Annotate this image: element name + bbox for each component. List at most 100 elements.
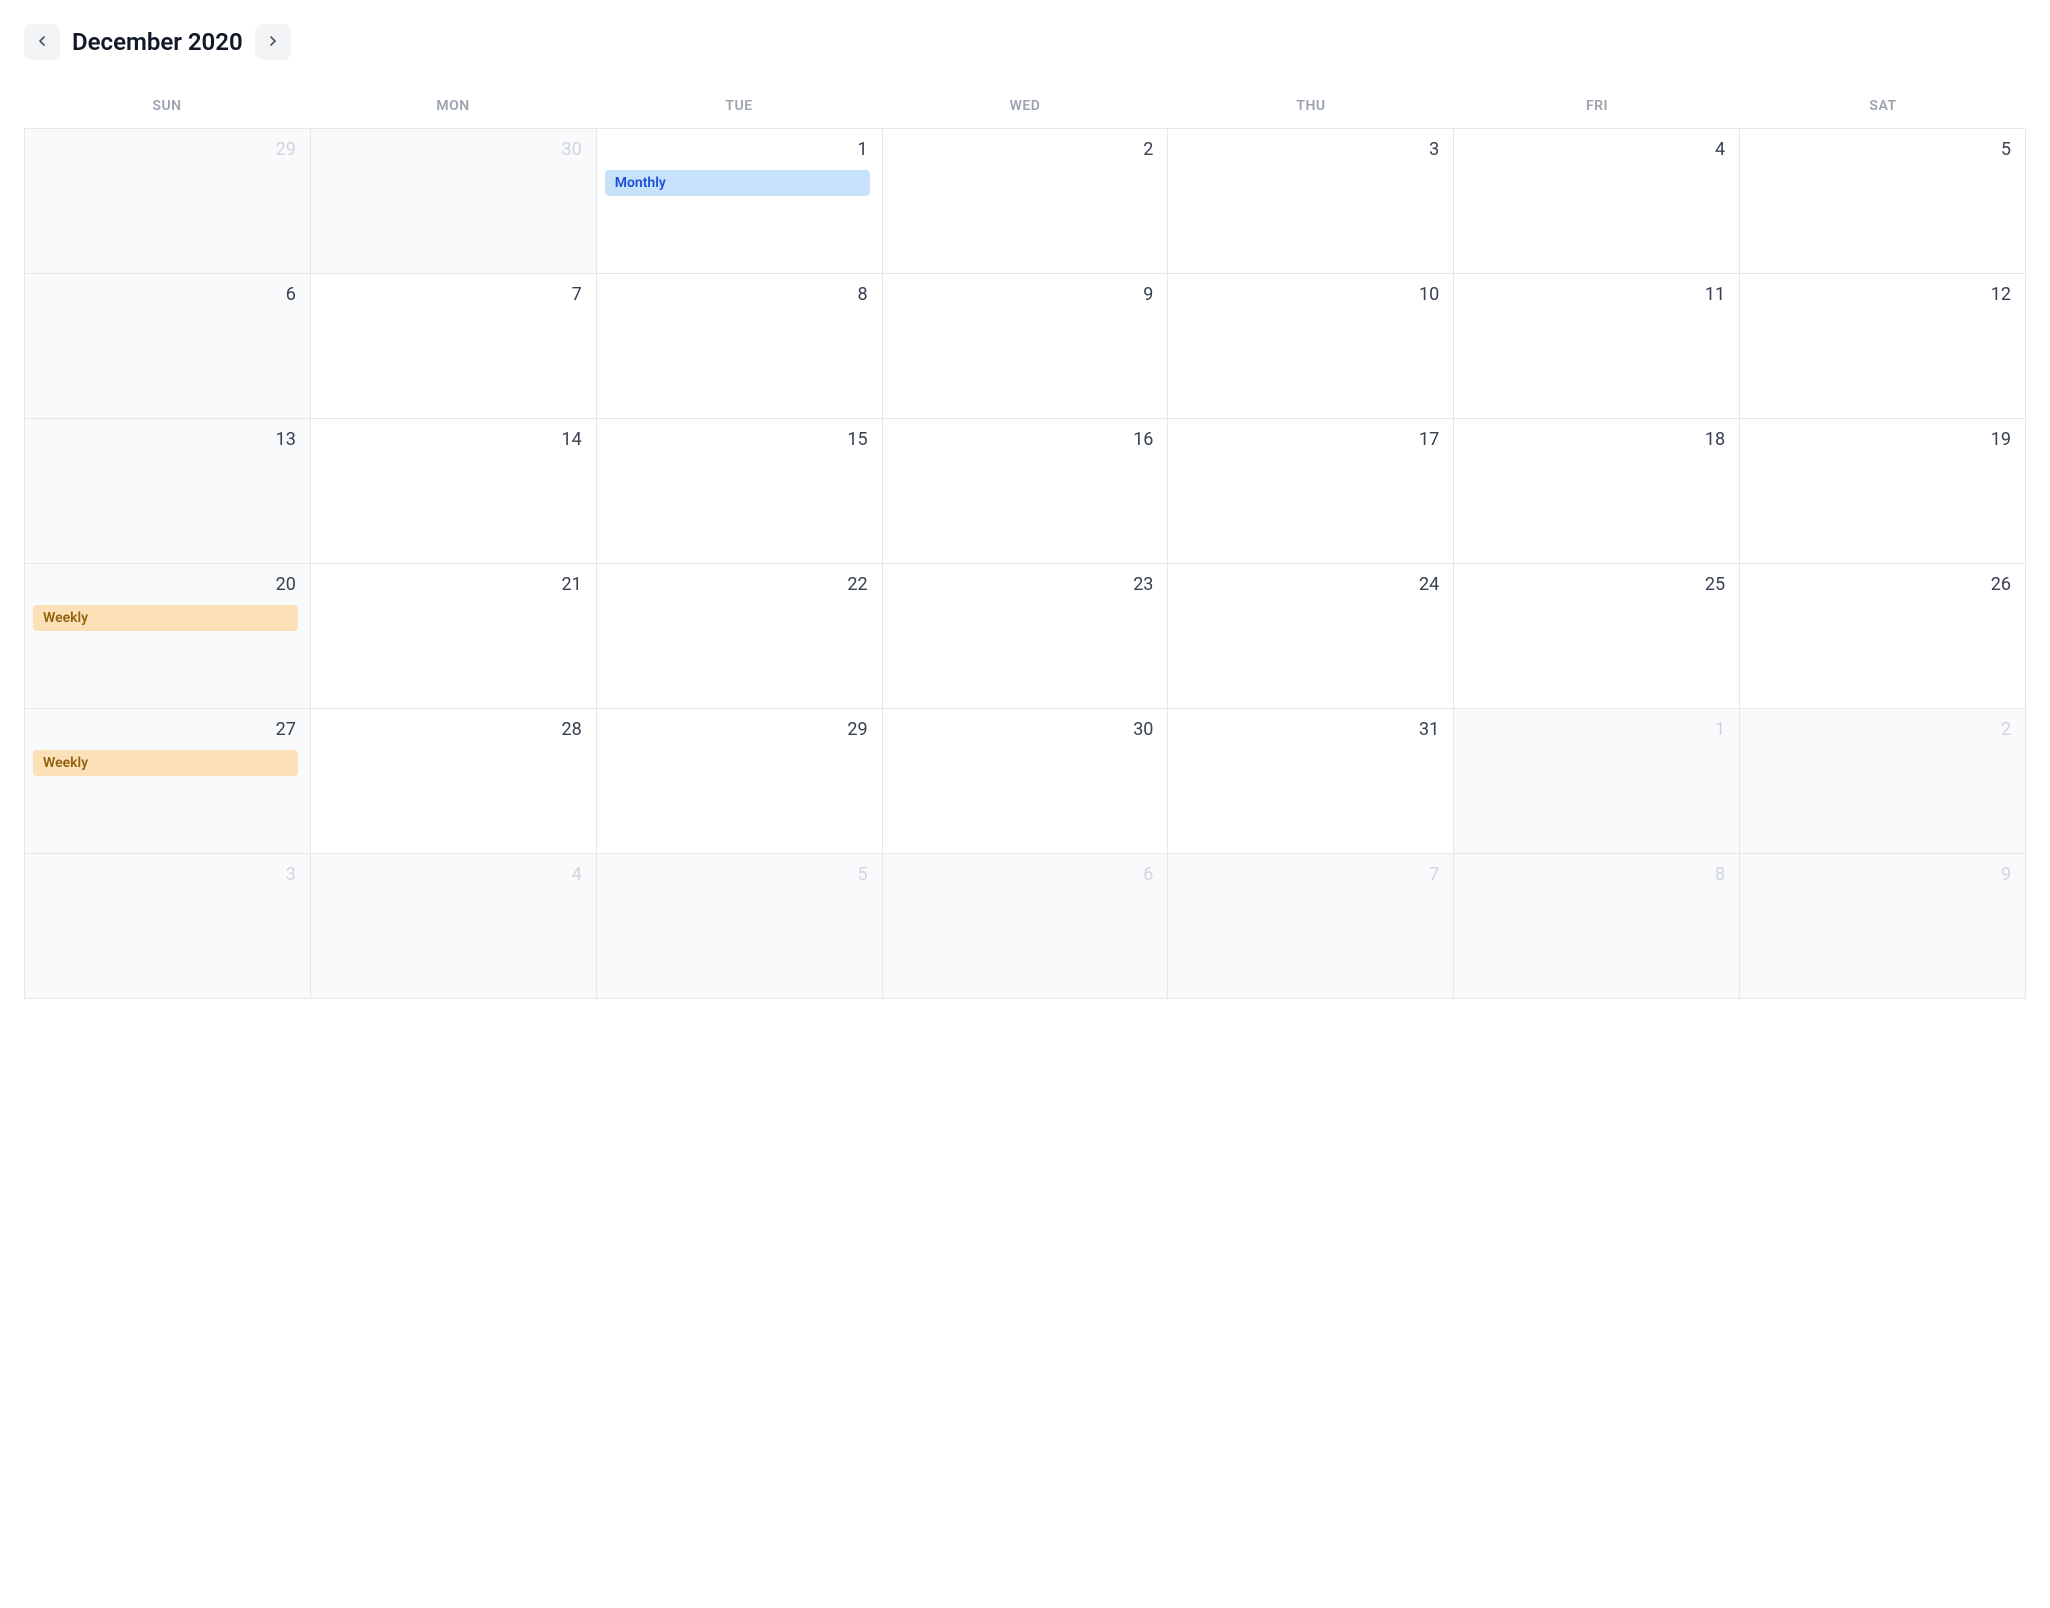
day-number: 10: [1176, 284, 1441, 305]
day-number: 28: [319, 719, 584, 740]
day-number: 26: [1748, 574, 2013, 595]
calendar-cell[interactable]: 28: [311, 709, 597, 854]
day-number: 29: [605, 719, 870, 740]
weekday-label: WED: [882, 88, 1168, 128]
day-number: 17: [1176, 429, 1441, 450]
calendar-cell[interactable]: 15: [597, 419, 883, 564]
calendar-cell[interactable]: 30: [883, 709, 1169, 854]
calendar-cell[interactable]: 30: [311, 129, 597, 274]
calendar-cell[interactable]: 14: [311, 419, 597, 564]
day-number: 14: [319, 429, 584, 450]
calendar-header: December 2020: [24, 24, 2026, 60]
day-number: 1: [1462, 719, 1727, 740]
day-number: 30: [891, 719, 1156, 740]
calendar-cell[interactable]: 2: [883, 129, 1169, 274]
month-year-title: December 2020: [72, 28, 243, 56]
day-number: 20: [33, 574, 298, 595]
day-number: 23: [891, 574, 1156, 595]
weekday-label: FRI: [1454, 88, 1740, 128]
calendar-cell[interactable]: 24: [1168, 564, 1454, 709]
calendar-cell[interactable]: 4: [1454, 129, 1740, 274]
day-number: 1: [605, 139, 870, 160]
weekday-label: THU: [1168, 88, 1454, 128]
calendar-grid: 29301Monthly2345678910111213141516171819…: [24, 128, 2026, 999]
day-number: 7: [319, 284, 584, 305]
day-number: 12: [1748, 284, 2013, 305]
prev-month-button[interactable]: [24, 24, 60, 60]
calendar-cell[interactable]: 12: [1740, 274, 2026, 419]
day-number: 27: [33, 719, 298, 740]
calendar-cell[interactable]: 2: [1740, 709, 2026, 854]
calendar-cell[interactable]: 1 Monthly: [597, 129, 883, 274]
calendar-cell[interactable]: 3: [25, 854, 311, 999]
day-number: 3: [33, 864, 298, 885]
day-number: 11: [1462, 284, 1727, 305]
calendar-cell[interactable]: 21: [311, 564, 597, 709]
calendar-cell[interactable]: 29: [25, 129, 311, 274]
calendar-cell[interactable]: 8: [1454, 854, 1740, 999]
day-number: 16: [891, 429, 1156, 450]
calendar-cell[interactable]: 8: [597, 274, 883, 419]
calendar-cell[interactable]: 23: [883, 564, 1169, 709]
day-number: 24: [1176, 574, 1441, 595]
calendar-cell[interactable]: 26: [1740, 564, 2026, 709]
calendar-cell[interactable]: 5: [597, 854, 883, 999]
day-number: 31: [1176, 719, 1441, 740]
day-number: 30: [319, 139, 584, 160]
day-number: 6: [891, 864, 1156, 885]
calendar-cell[interactable]: 17: [1168, 419, 1454, 564]
calendar-event[interactable]: Weekly: [33, 750, 298, 776]
calendar-cell[interactable]: 25: [1454, 564, 1740, 709]
calendar-cell[interactable]: 22: [597, 564, 883, 709]
calendar-cell[interactable]: 9: [883, 274, 1169, 419]
calendar-event[interactable]: Weekly: [33, 605, 298, 631]
next-month-button[interactable]: [255, 24, 291, 60]
calendar-event[interactable]: Monthly: [605, 170, 870, 196]
day-number: 9: [1748, 864, 2013, 885]
chevron-right-icon: [265, 33, 281, 52]
day-number: 29: [33, 139, 298, 160]
day-number: 15: [605, 429, 870, 450]
day-number: 22: [605, 574, 870, 595]
calendar-cell[interactable]: 10: [1168, 274, 1454, 419]
calendar-cell[interactable]: 16: [883, 419, 1169, 564]
weekday-label: TUE: [596, 88, 882, 128]
calendar-cell[interactable]: 7: [1168, 854, 1454, 999]
day-number: 21: [319, 574, 584, 595]
day-number: 13: [33, 429, 298, 450]
day-number: 6: [33, 284, 298, 305]
day-number: 7: [1176, 864, 1441, 885]
chevron-left-icon: [34, 33, 50, 52]
day-number: 2: [891, 139, 1156, 160]
day-number: 25: [1462, 574, 1727, 595]
calendar-cell[interactable]: 1: [1454, 709, 1740, 854]
calendar-cell[interactable]: 6: [883, 854, 1169, 999]
calendar-cell[interactable]: 9: [1740, 854, 2026, 999]
calendar-cell[interactable]: 4: [311, 854, 597, 999]
weekday-label: SAT: [1740, 88, 2026, 128]
calendar-cell[interactable]: 19: [1740, 419, 2026, 564]
weekday-label: MON: [310, 88, 596, 128]
calendar-cell[interactable]: 5: [1740, 129, 2026, 274]
calendar-cell[interactable]: 3: [1168, 129, 1454, 274]
calendar-cell[interactable]: 7: [311, 274, 597, 419]
calendar-cell[interactable]: 20 Weekly: [25, 564, 311, 709]
day-number: 5: [1748, 139, 2013, 160]
calendar-cell[interactable]: 13: [25, 419, 311, 564]
day-number: 3: [1176, 139, 1441, 160]
calendar-cell[interactable]: 29: [597, 709, 883, 854]
day-number: 4: [319, 864, 584, 885]
day-number: 8: [605, 284, 870, 305]
calendar-cell[interactable]: 31: [1168, 709, 1454, 854]
day-number: 5: [605, 864, 870, 885]
weekday-label: SUN: [24, 88, 310, 128]
day-number: 18: [1462, 429, 1727, 450]
calendar-cell[interactable]: 27 Weekly: [25, 709, 311, 854]
day-number: 4: [1462, 139, 1727, 160]
calendar-cell[interactable]: 18: [1454, 419, 1740, 564]
calendar: SUNMONTUEWEDTHUFRISAT 29301Monthly234567…: [24, 88, 2026, 999]
calendar-cell[interactable]: 6: [25, 274, 311, 419]
day-number: 8: [1462, 864, 1727, 885]
calendar-cell[interactable]: 11: [1454, 274, 1740, 419]
day-number: 9: [891, 284, 1156, 305]
